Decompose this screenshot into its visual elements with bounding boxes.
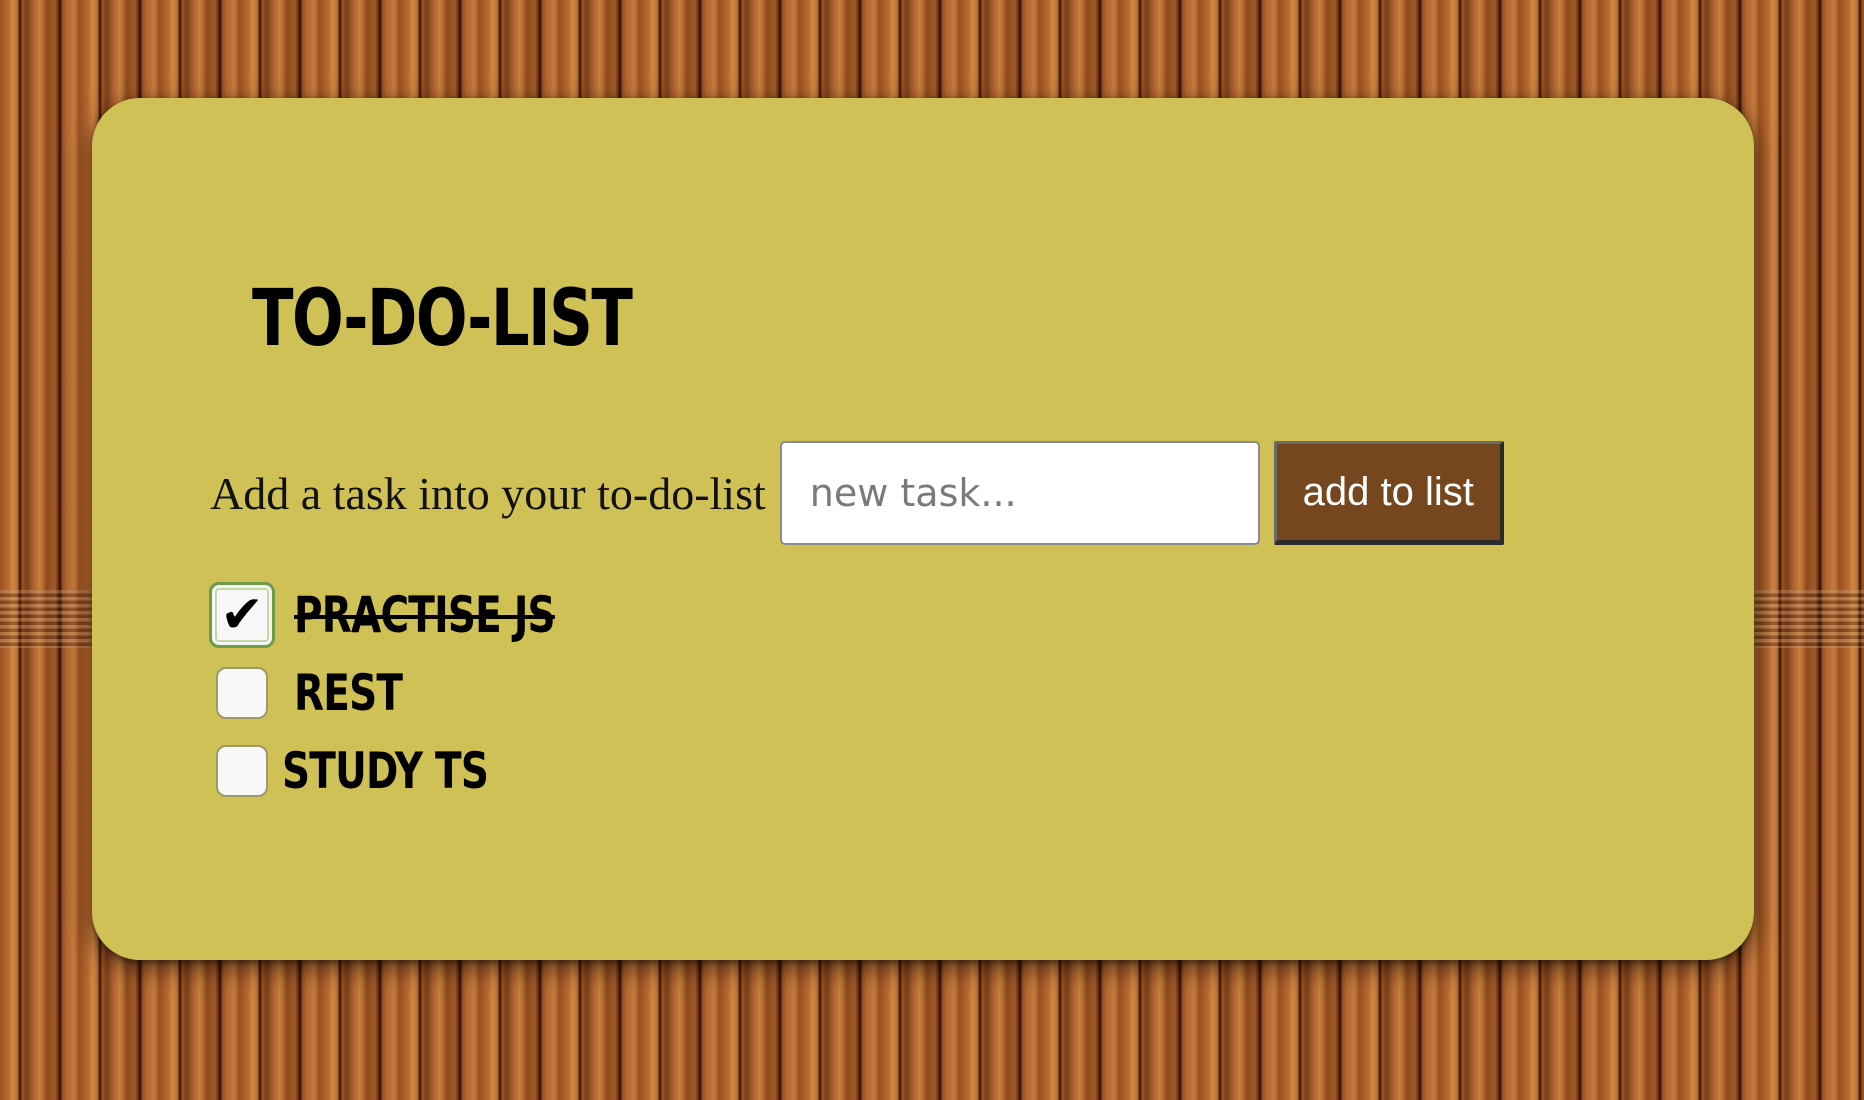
task-checkbox[interactable] — [216, 667, 268, 719]
task-item: ✔ PRACTISE JS — [209, 576, 628, 654]
task-text: STUDY TS — [282, 742, 489, 800]
task-item: REST — [216, 654, 628, 732]
task-item: STUDY TS — [216, 732, 628, 810]
add-task-label: Add a task into your to-do-list — [210, 467, 766, 519]
task-checkbox[interactable] — [216, 745, 268, 797]
task-text: PRACTISE JS — [294, 586, 556, 644]
checkmark-icon: ✔ — [220, 585, 264, 645]
task-text: REST — [294, 664, 403, 722]
task-list: ✔ PRACTISE JS REST STUDY TS — [209, 576, 628, 810]
new-task-input[interactable] — [779, 441, 1260, 545]
task-checkbox-checked[interactable]: ✔ — [209, 582, 275, 648]
page-title: TO-DO-LIST — [252, 274, 633, 364]
add-task-form: Add a task into your to-do-list add to l… — [210, 438, 1504, 548]
todo-card: TO-DO-LIST Add a task into your to-do-li… — [92, 98, 1754, 960]
add-to-list-button[interactable]: add to list — [1273, 441, 1504, 545]
